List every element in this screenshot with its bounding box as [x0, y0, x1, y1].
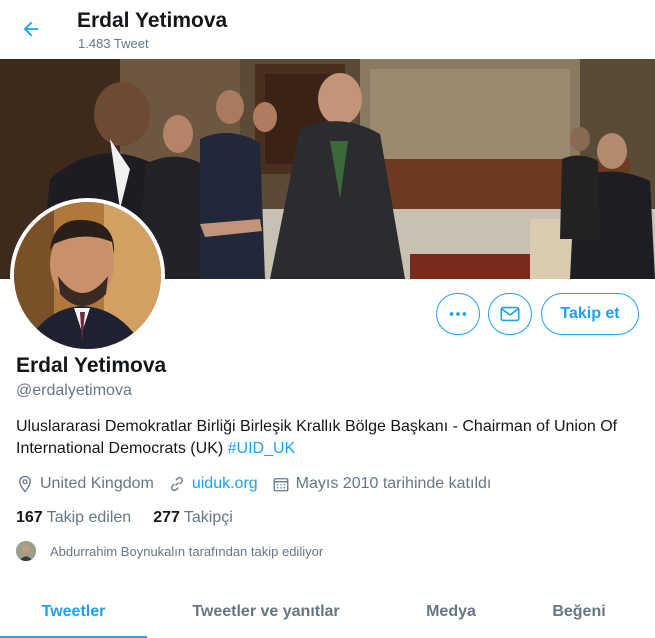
profile-joined: Mayıs 2010 tarihinde katıldı [272, 475, 492, 493]
arrow-left-icon [23, 21, 39, 37]
followers-count: 277 [153, 509, 180, 526]
tab-tweets-and-replies[interactable]: Tweetler ve yanıtlar [147, 586, 385, 638]
tab-media[interactable]: Medya [385, 586, 517, 638]
following-count: 167 [16, 509, 43, 526]
profile-bio: Uluslararasi Demokratlar Birliği Birleşi… [16, 416, 641, 460]
back-button[interactable] [16, 14, 46, 44]
more-dots-icon [449, 312, 467, 316]
tab-likes[interactable]: Beğeni [517, 586, 641, 638]
envelope-icon [500, 306, 520, 322]
profile-meta: United Kingdom uiduk.org Mayıs 2010 tari… [16, 473, 505, 495]
bio-hashtag-link[interactable]: #UID_UK [228, 440, 296, 457]
tab-tweets[interactable]: Tweetler [0, 586, 147, 638]
location-pin-icon [19, 475, 31, 493]
followers-label: Takipçi [183, 509, 233, 526]
tweet-count: 1.483 Tweet [78, 36, 149, 51]
website-link[interactable]: uiduk.org [192, 475, 258, 493]
profile-website: uiduk.org [168, 475, 258, 493]
profile-handle: @erdalyetimova [16, 382, 132, 399]
header-title: Erdal Yetimova [77, 9, 228, 32]
more-options-button[interactable] [436, 293, 480, 335]
profile-name: Erdal Yetimova [16, 354, 167, 377]
follower-avatar [16, 541, 36, 561]
followed-by-text: Abdurrahim Boynukalın tarafından takip e… [50, 543, 324, 559]
followers-link[interactable]: 277 Takipçi [153, 509, 233, 527]
profile-tabs: Tweetler Tweetler ve yanıtlar Medya Beğe… [0, 586, 655, 638]
profile-header: Erdal Yetimova 1.483 Tweet [0, 0, 655, 59]
followed-by-row[interactable]: Abdurrahim Boynukalın tarafından takip e… [16, 541, 323, 561]
bio-text: Uluslararasi Demokratlar Birliği Birleşi… [16, 418, 618, 457]
following-link[interactable]: 167 Takip edilen [16, 509, 131, 527]
avatar-image [14, 202, 161, 349]
following-label: Takip edilen [46, 509, 132, 526]
profile-location: United Kingdom [16, 475, 154, 493]
location-text: United Kingdom [40, 475, 154, 492]
message-button[interactable] [488, 293, 532, 335]
follow-counts: 167 Takip edilen 277 Takipçi [16, 509, 255, 527]
joined-text: Mayıs 2010 tarihinde katıldı [295, 475, 492, 492]
profile-avatar[interactable] [10, 198, 165, 353]
calendar-icon [273, 478, 289, 492]
follow-button[interactable]: Takip et [541, 293, 639, 335]
link-icon [170, 476, 183, 492]
